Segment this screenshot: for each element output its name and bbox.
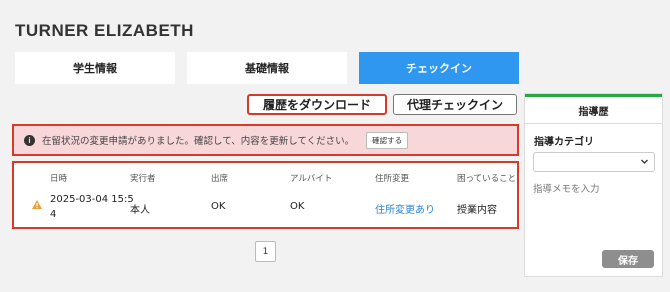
row-troubles: 授業内容	[457, 205, 497, 216]
sidebar-title: 指導歴	[525, 97, 662, 124]
guidance-history-panel: 指導歴 指導カテゴリ 指導メモを入力 保存	[525, 94, 662, 276]
status-change-alert: i 在留状況の変更申請がありました。確認して、内容を更新してください。 確認する	[12, 124, 519, 156]
column-header-parttime: アルバイト	[290, 174, 333, 184]
row-parttime: OK	[290, 201, 305, 212]
row-address-change-link[interactable]: 住所変更あり	[375, 201, 435, 216]
column-header-troubles: 困っていること	[457, 174, 517, 184]
row-datetime-line1: 2025-03-04 15:5	[50, 194, 134, 205]
column-header-executor: 実行者	[130, 174, 156, 184]
download-history-button[interactable]: 履歴をダウンロード	[247, 94, 387, 115]
guidance-memo-input[interactable]: 指導メモを入力	[533, 181, 655, 241]
row-datetime-line2: 4	[50, 209, 57, 220]
chevron-down-icon	[641, 159, 648, 164]
page-title: TURNER ELIZABETH	[15, 21, 194, 40]
tab-basic-info[interactable]: 基礎情報	[187, 52, 347, 84]
pagination-page-1[interactable]: 1	[255, 241, 276, 262]
guidance-category-select[interactable]	[533, 152, 655, 172]
guidance-category-label: 指導カテゴリ	[534, 137, 594, 148]
row-attendance: OK	[211, 201, 226, 212]
tab-checkin[interactable]: チェックイン	[359, 52, 519, 84]
info-icon: i	[24, 134, 35, 146]
confirm-button[interactable]: 確認する	[366, 131, 409, 149]
proxy-checkin-button[interactable]: 代理チェックイン	[393, 94, 517, 115]
row-executor: 本人	[130, 205, 150, 216]
checkin-history-table: 日時 実行者 出席 アルバイト 住所変更 困っていること 2025-03-04 …	[12, 161, 519, 229]
column-header-attendance: 出席	[211, 174, 229, 184]
tab-student-info[interactable]: 学生情報	[15, 52, 175, 84]
warning-icon	[32, 200, 42, 209]
save-button[interactable]: 保存	[602, 250, 654, 268]
column-header-address-change: 住所変更	[375, 174, 410, 184]
alert-message: 在留状況の変更申請がありました。確認して、内容を更新してください。	[42, 136, 355, 147]
column-header-datetime: 日時	[50, 174, 68, 184]
